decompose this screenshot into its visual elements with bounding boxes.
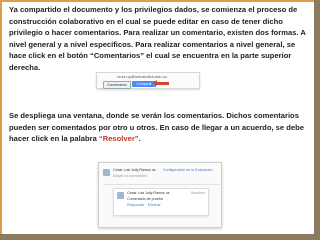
comments-toolbar-screenshot: vruiz.uy@unicatolica.edu.co Comentarios …	[96, 72, 200, 89]
avatar	[103, 169, 110, 176]
comment-text: Comentario de prueba	[127, 197, 163, 201]
comment-reply: Añadir un comentario	[113, 174, 148, 178]
comment-author: Cesar Luis Jully Ramos us	[113, 168, 156, 172]
pointer-arrow-icon	[153, 80, 169, 86]
paragraph-intro: Ya compartido el documento y los privile…	[9, 5, 306, 72]
slide-shadow-right	[314, 0, 320, 240]
comment-item: Cesar Luis Jully Ramos us Resolver Comen…	[113, 188, 209, 216]
avatar	[117, 192, 124, 199]
comments-button: Comentarios	[103, 81, 131, 89]
comment-text: Configuración de la Evaluación	[163, 168, 213, 172]
user-email: vruiz.uy@unicatolica.edu.co	[117, 74, 167, 79]
paragraph-comments-text: Se despliega una ventana, donde se verán…	[9, 111, 304, 143]
slide-shadow-bottom	[0, 234, 320, 240]
comment-actions: Responder · Eliminar	[127, 203, 161, 207]
comment-author: Cesar Luis Jully Ramos us	[127, 191, 170, 195]
comments-panel-screenshot: Cesar Luis Jully Ramos us Configuración …	[98, 162, 222, 228]
paragraph-comments: Se despliega una ventana, donde se verán…	[9, 110, 309, 145]
comment-item: Cesar Luis Jully Ramos us Configuración …	[103, 168, 219, 185]
resolve-link: Resolver	[190, 191, 205, 195]
resolve-highlight: “Resolver”	[98, 134, 139, 143]
paragraph-end: .	[138, 134, 141, 143]
